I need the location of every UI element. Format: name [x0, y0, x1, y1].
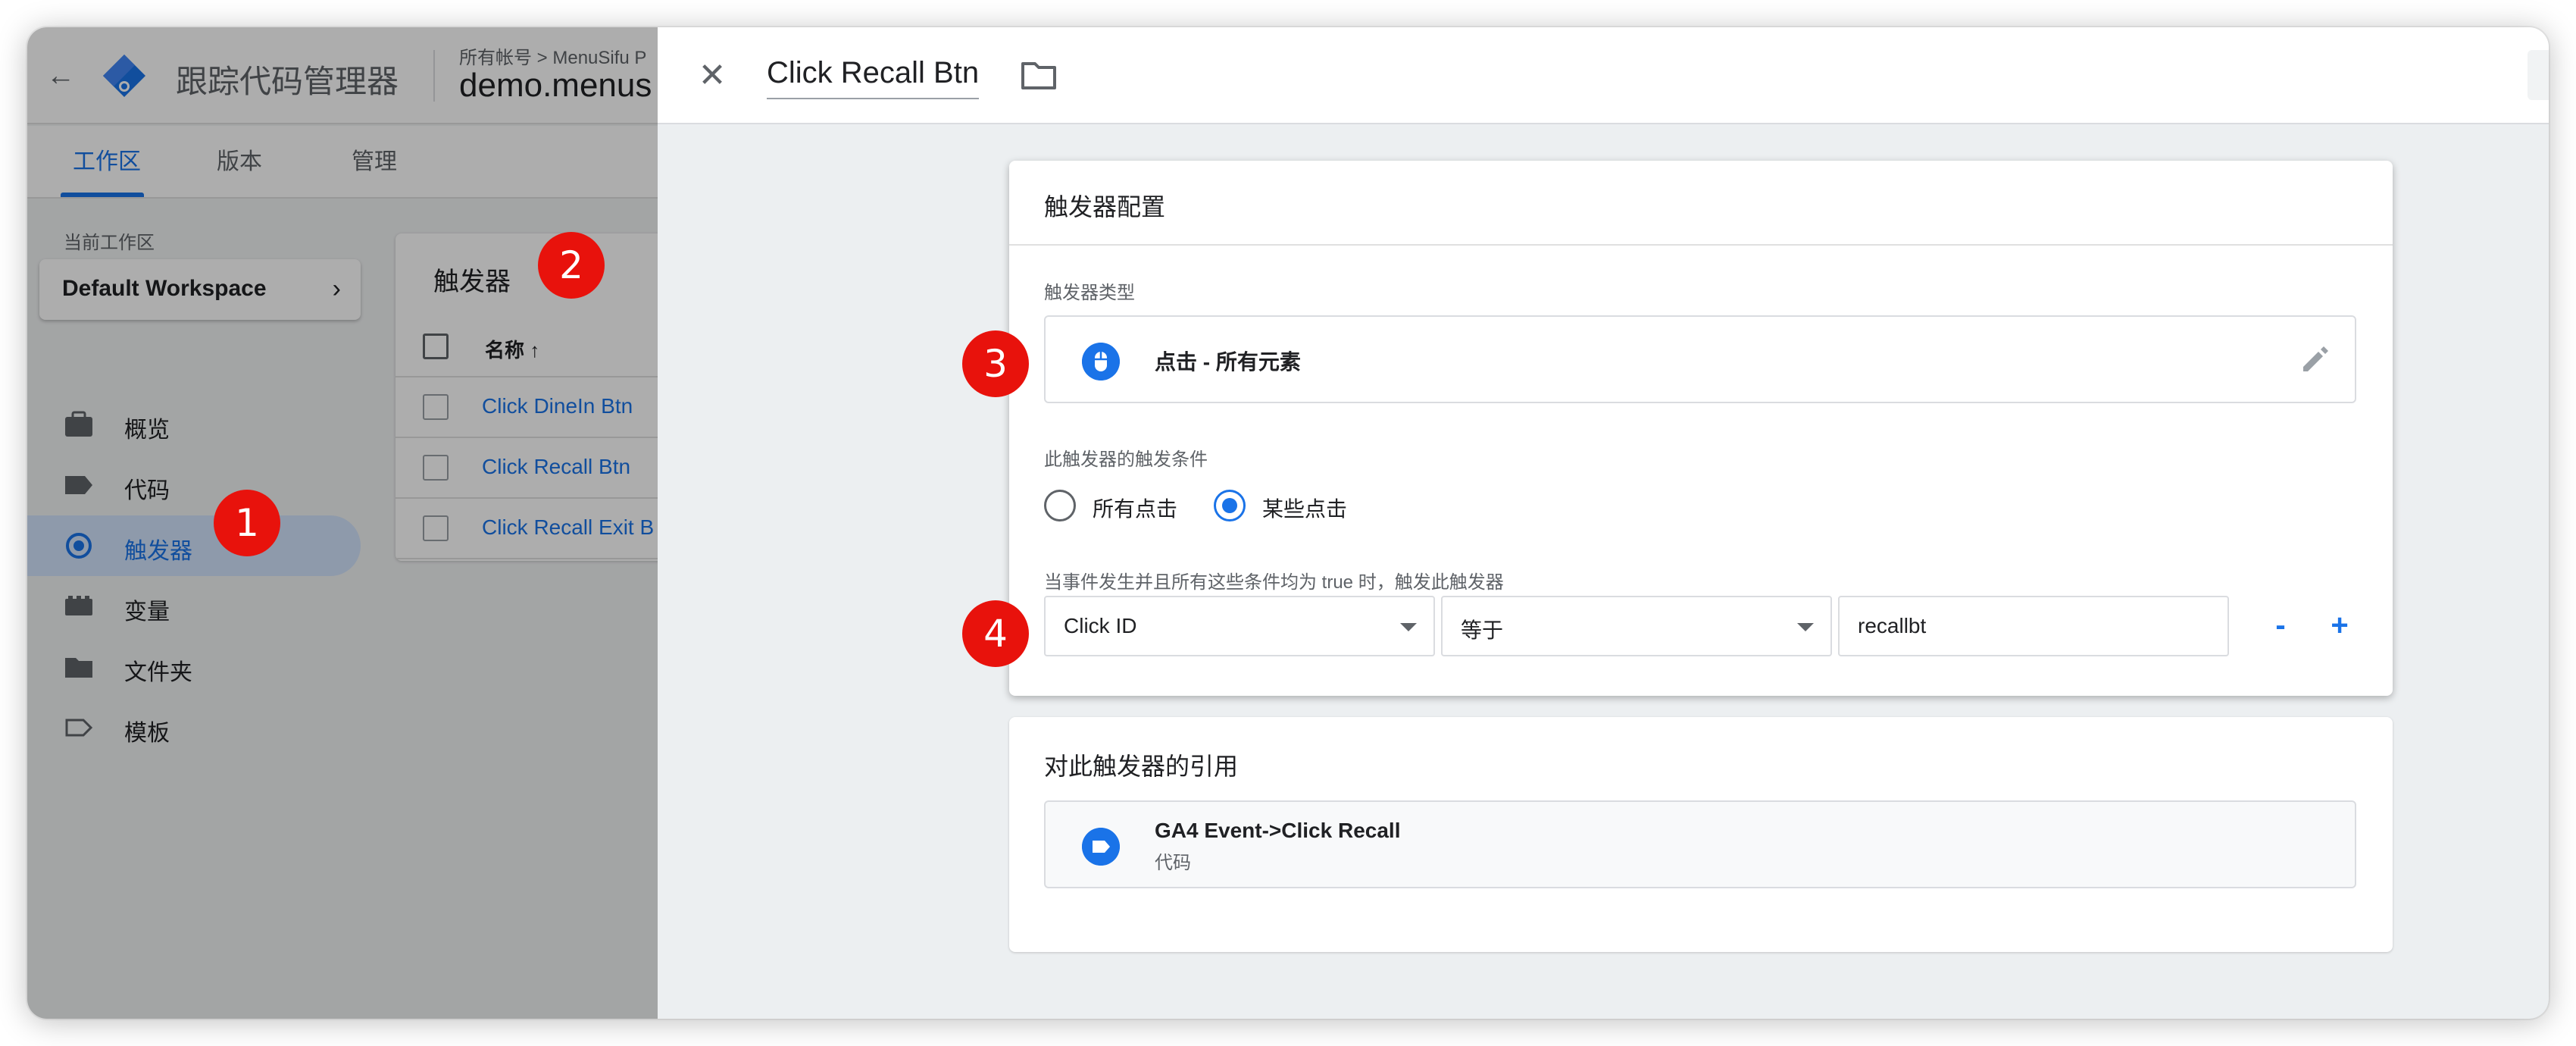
annotation-badge-3: 3 — [962, 330, 1029, 397]
trigger-editor-panel: ✕ Click Recall Btn 3 4 触发器配置 触发器类型 点击 - … — [658, 27, 2549, 1019]
pencil-edit-icon[interactable] — [2297, 343, 2332, 377]
mouse-click-icon — [1082, 343, 1120, 381]
radio-all-clicks-label[interactable]: 所有点击 — [1093, 493, 1177, 523]
trigger-references-card: 对此触发器的引用 GA4 Event->Click Recall 代码 — [1009, 717, 2393, 952]
reference-name: GA4 Event->Click Recall — [1155, 819, 1401, 842]
panel-header: ✕ Click Recall Btn — [658, 27, 2549, 124]
add-condition-button[interactable]: + — [2320, 606, 2359, 646]
condition-operator-value: 等于 — [1461, 619, 1504, 642]
annotation-badge-2: 2 — [538, 232, 605, 299]
trigger-config-card: 触发器配置 触发器类型 点击 - 所有元素 此触发器的触发条件 所有点击 某些点… — [1009, 161, 2393, 696]
radio-all-clicks[interactable] — [1044, 490, 1076, 521]
trigger-type-selector[interactable]: 点击 - 所有元素 — [1044, 315, 2356, 403]
fire-on-label: 此触发器的触发条件 — [1044, 449, 1208, 470]
save-button-edge[interactable] — [2528, 50, 2549, 100]
annotation-badge-1: 1 — [214, 490, 280, 556]
condition-operator-select[interactable]: 等于 — [1441, 596, 1832, 656]
condition-value-text: recallbt — [1858, 614, 1927, 637]
browser-window: ← 跟踪代码管理器 所有帐号 > MenuSifu P demo.menus 工… — [27, 27, 2549, 1019]
trigger-type-label: 触发器类型 — [1044, 283, 1135, 303]
caret-down-icon — [1400, 623, 1417, 631]
condition-variable-select[interactable]: Click ID — [1044, 596, 1435, 656]
trigger-name-field[interactable]: Click Recall Btn — [767, 56, 980, 99]
tag-icon — [1082, 828, 1120, 866]
annotation-badge-4: 4 — [962, 600, 1029, 667]
remove-condition-button[interactable]: - — [2261, 606, 2300, 646]
radio-some-clicks-label[interactable]: 某些点击 — [1262, 493, 1347, 523]
condition-label: 当事件发生并且所有这些条件均为 true 时，触发此触发器 — [1044, 572, 1504, 593]
caret-down-icon — [1797, 623, 1814, 631]
references-title: 对此触发器的引用 — [1044, 753, 1239, 780]
reference-type: 代码 — [1155, 853, 1191, 873]
divider — [1009, 244, 2393, 246]
folder-icon[interactable] — [1020, 58, 1058, 92]
radio-some-clicks[interactable] — [1214, 490, 1246, 521]
close-icon[interactable]: ✕ — [688, 52, 736, 100]
trigger-type-value: 点击 - 所有元素 — [1155, 350, 1301, 374]
condition-variable-value: Click ID — [1064, 614, 1137, 637]
reference-item[interactable]: GA4 Event->Click Recall 代码 — [1044, 800, 2356, 888]
condition-value-input[interactable]: recallbt — [1838, 596, 2229, 656]
config-title: 触发器配置 — [1044, 193, 1166, 221]
